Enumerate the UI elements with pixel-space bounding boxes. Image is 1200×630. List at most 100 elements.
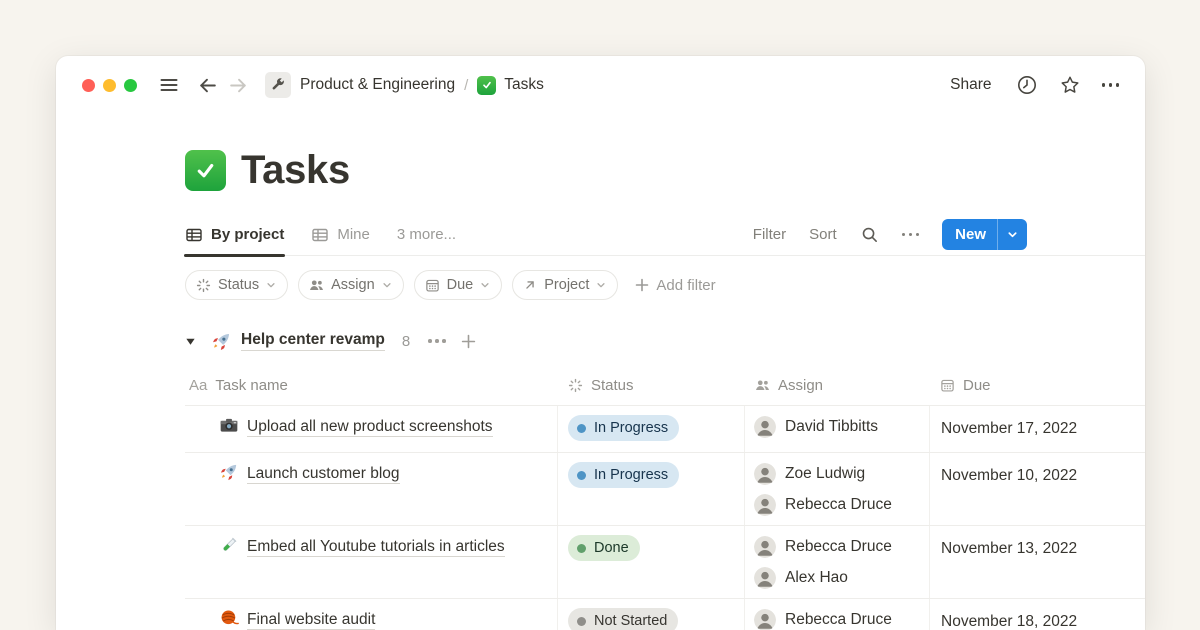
status-badge[interactable]: Done: [568, 535, 640, 561]
status-badge[interactable]: In Progress: [568, 415, 679, 441]
due-date: November 18, 2022: [941, 607, 1135, 630]
tab-by-project[interactable]: By project: [185, 214, 284, 256]
due-cell[interactable]: November 18, 2022→ November 20, 2022: [930, 599, 1145, 630]
due-date: November 10, 2022: [941, 461, 1135, 490]
sort-button[interactable]: Sort: [809, 226, 837, 243]
assign-cell[interactable]: Rebecca Druce Alex Hao: [745, 526, 930, 598]
status-badge[interactable]: In Progress: [568, 462, 679, 488]
column-header-status[interactable]: Status: [558, 377, 745, 394]
tasks-page-emoji-icon: [185, 150, 226, 191]
window-topbar: Product & Engineering / Tasks Share: [56, 56, 1145, 114]
group-add-icon[interactable]: [461, 334, 476, 349]
filter-chip-due[interactable]: Due: [414, 270, 503, 300]
status-icon: [196, 278, 211, 293]
task-title-link[interactable]: Final website audit: [247, 611, 375, 630]
due-cell[interactable]: November 10, 2022: [930, 453, 1145, 525]
task-title-link[interactable]: Embed all Youtube tutorials in articles: [247, 538, 505, 557]
star-favorite-icon[interactable]: [1059, 74, 1081, 96]
status-dot-icon: [577, 424, 586, 433]
tab-label: By project: [211, 226, 284, 243]
new-button[interactable]: New: [942, 219, 1027, 250]
assignee[interactable]: Alex Hao: [754, 564, 921, 591]
assignee[interactable]: David Tibbitts: [754, 413, 921, 440]
yarn-icon: [219, 608, 239, 630]
group-more-icon[interactable]: [428, 339, 446, 343]
camera-icon: [219, 415, 239, 444]
column-label: Due: [963, 377, 991, 394]
collapse-triangle-icon[interactable]: [185, 336, 196, 347]
assignee[interactable]: Zoe Ludwig: [754, 460, 921, 487]
filter-button[interactable]: Filter: [753, 226, 786, 243]
close-window-button[interactable]: [82, 79, 95, 92]
breadcrumb-page[interactable]: Tasks: [504, 76, 544, 94]
due-cell[interactable]: November 17, 2022: [930, 406, 1145, 452]
rocket-icon: [219, 462, 239, 491]
status-cell[interactable]: In Progress: [558, 406, 745, 452]
table-row: Launch customer blog In Progress Zoe Ludwi…: [185, 453, 1145, 526]
table-row: Final website audit Not Started Rebecca Dr…: [185, 599, 1145, 630]
status-icon: [568, 378, 583, 393]
assignee-name: Rebecca Druce: [785, 611, 892, 629]
table-view-icon: [311, 226, 329, 244]
assignee[interactable]: Rebecca Druce: [754, 491, 921, 518]
due-cell[interactable]: November 13, 2022: [930, 526, 1145, 598]
arrow-up-right-icon: [523, 278, 537, 292]
page-content: Tasks By project Mine 3 more...: [56, 146, 1145, 630]
status-cell[interactable]: In Progress: [558, 453, 745, 525]
column-header-task-name[interactable]: Aa Task name: [185, 377, 558, 394]
minimize-window-button[interactable]: [103, 79, 116, 92]
chevron-down-icon: [382, 280, 392, 290]
status-cell[interactable]: Not Started: [558, 599, 745, 630]
assignee-name: Rebecca Druce: [785, 496, 892, 514]
filter-chip-status[interactable]: Status: [185, 270, 288, 300]
sidebar-menu-icon[interactable]: [159, 75, 179, 95]
back-arrow-icon[interactable]: [197, 75, 218, 96]
assign-cell[interactable]: David Tibbitts: [745, 406, 930, 452]
notion-window: Product & Engineering / Tasks Share Ta: [56, 56, 1145, 630]
zoom-window-button[interactable]: [124, 79, 137, 92]
status-cell[interactable]: Done: [558, 526, 745, 598]
breadcrumb-workspace[interactable]: Product & Engineering: [300, 76, 455, 94]
tab-more-views[interactable]: 3 more...: [397, 214, 456, 256]
table-row: Upload all new product screenshots In Pro…: [185, 406, 1145, 453]
column-label: Status: [591, 377, 634, 394]
group-title-link[interactable]: Help center revamp: [241, 331, 385, 351]
test-tube-icon: [219, 535, 239, 564]
filter-chip-label: Assign: [331, 277, 375, 293]
filter-chip-label: Status: [218, 277, 259, 293]
task-name-cell[interactable]: Embed all Youtube tutorials in articles: [185, 526, 558, 598]
tab-mine[interactable]: Mine: [311, 214, 370, 256]
task-title-link[interactable]: Launch customer blog: [247, 465, 400, 484]
task-name-cell[interactable]: Final website audit: [185, 599, 558, 630]
wrench-icon[interactable]: [265, 72, 291, 98]
assign-cell[interactable]: Rebecca Druce: [745, 599, 930, 630]
more-options-icon[interactable]: [1102, 83, 1120, 87]
rocket-icon: [211, 331, 232, 352]
forward-arrow-icon[interactable]: [228, 75, 249, 96]
avatar: [754, 494, 776, 516]
task-name-cell[interactable]: Launch customer blog: [185, 453, 558, 525]
column-header-assign[interactable]: Assign: [745, 377, 930, 394]
chevron-down-icon[interactable]: [998, 229, 1027, 240]
calendar-icon: [940, 378, 955, 393]
filter-chip-label: Project: [544, 277, 589, 293]
page-title[interactable]: Tasks: [241, 148, 350, 193]
people-icon: [755, 378, 770, 393]
task-name-cell[interactable]: Upload all new product screenshots: [185, 406, 558, 452]
assign-cell[interactable]: Zoe Ludwig Rebecca Druce: [745, 453, 930, 525]
column-label: Task name: [215, 377, 288, 394]
column-header-due[interactable]: Due: [930, 377, 1145, 394]
filter-chip-assign[interactable]: Assign: [298, 270, 404, 300]
clock-history-icon[interactable]: [1016, 74, 1038, 96]
search-icon[interactable]: [860, 225, 879, 244]
new-button-label[interactable]: New: [942, 226, 997, 243]
assignee[interactable]: Rebecca Druce: [754, 606, 921, 630]
add-filter-button[interactable]: Add filter: [635, 277, 715, 294]
task-title-link[interactable]: Upload all new product screenshots: [247, 418, 493, 437]
view-more-icon[interactable]: [902, 233, 920, 237]
filter-chip-project[interactable]: Project: [512, 270, 618, 300]
share-button[interactable]: Share: [950, 76, 991, 94]
tasks-table: Aa Task name Status Assign: [185, 366, 1145, 630]
status-badge[interactable]: Not Started: [568, 608, 678, 630]
assignee[interactable]: Rebecca Druce: [754, 533, 921, 560]
